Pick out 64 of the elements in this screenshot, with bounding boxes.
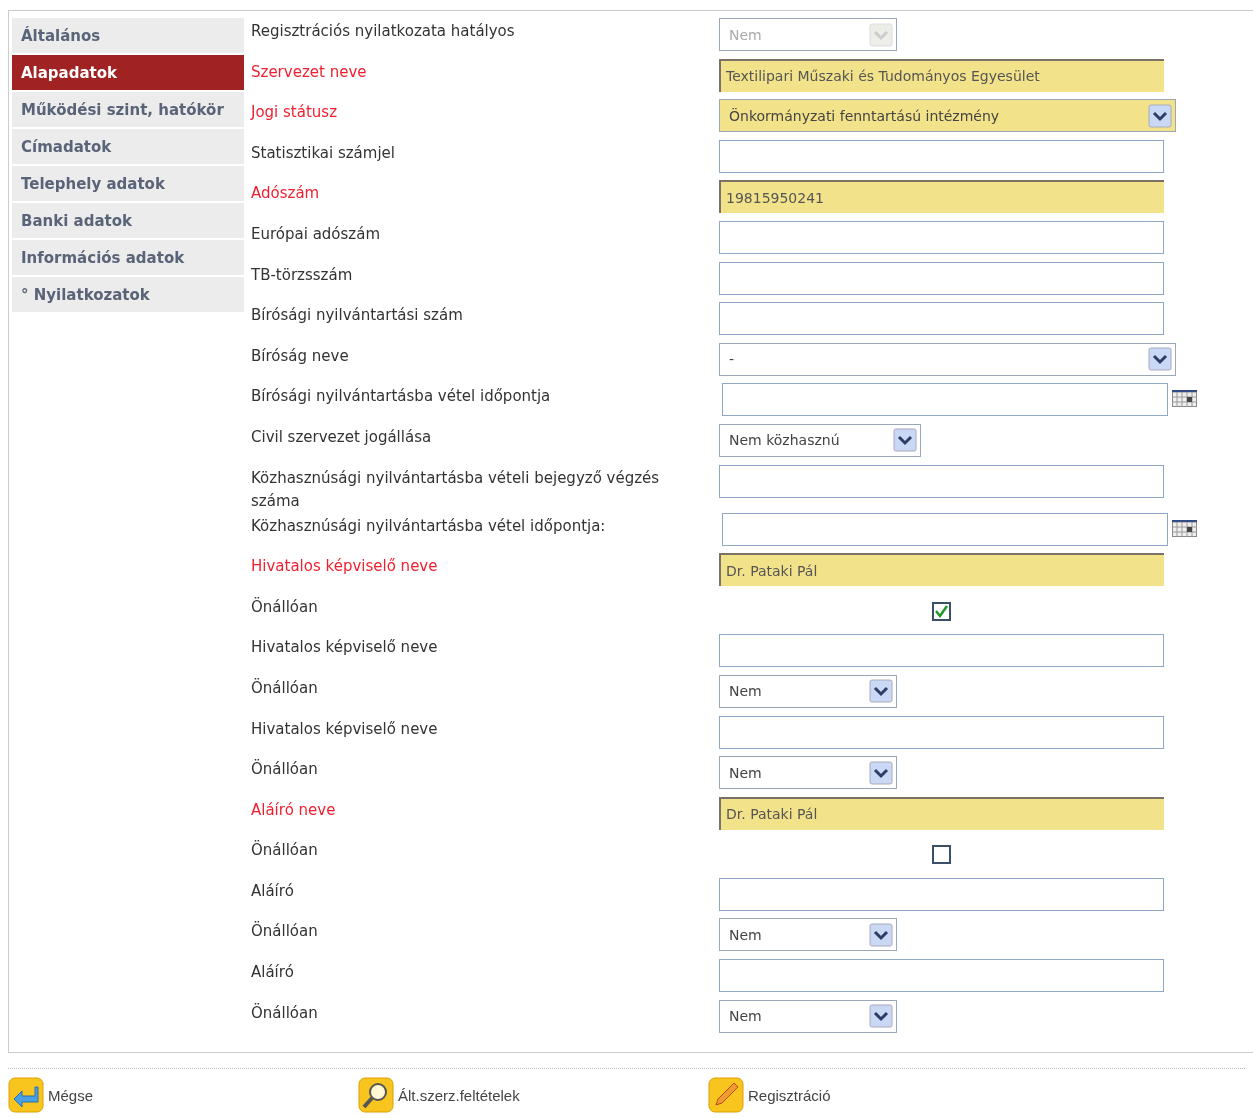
field-label: Regisztrációs nyilatkozata hatályos: [251, 21, 516, 42]
sidebar-item[interactable]: Általános: [12, 18, 244, 53]
field-label: Önállóan: [251, 920, 319, 943]
text-field[interactable]: [719, 634, 1164, 668]
dropdown[interactable]: Nem közhasznú: [719, 423, 921, 457]
text-field[interactable]: [719, 464, 1164, 498]
field-label: Bírósági nyilvántartásba vétel időpontja: [251, 386, 552, 408]
dropdown[interactable]: Nem: [719, 674, 897, 708]
dropdown[interactable]: Nem: [719, 999, 897, 1033]
field-label: Európai adószám: [251, 223, 382, 245]
dropdown[interactable]: Önkormányzati fenntartású intézmény: [719, 99, 1176, 133]
checkbox[interactable]: [932, 845, 951, 865]
field-label: Statisztikai számjel: [251, 142, 396, 164]
text-field[interactable]: [719, 139, 1164, 173]
field-label: Bírósági nyilvántartási szám: [251, 305, 464, 327]
sidebar-item[interactable]: Információs adatok: [12, 240, 244, 275]
field-label: Önállóan: [251, 758, 319, 781]
toolbar-button[interactable]: Regisztráció: [708, 1077, 1058, 1113]
field-label: Hivatalos képviselő neve: [251, 718, 439, 740]
field-label: Hivatalos képviselő neve: [251, 556, 439, 578]
pencil-icon[interactable]: [708, 1077, 744, 1113]
field-label: Közhasznúsági nyilvántartásba vételi bejegyző végzés száma: [251, 467, 661, 512]
checkbox[interactable]: [932, 601, 951, 621]
field-label: Adószám: [251, 183, 321, 205]
sidebar-item[interactable]: Működési szint, hatókör: [12, 92, 244, 127]
sidebar-item[interactable]: ° Nyilatkozatok: [12, 277, 244, 312]
toolbar-button[interactable]: Ált.szerz.feltételek: [358, 1077, 708, 1113]
field-label: Önállóan: [251, 596, 319, 618]
field-label: Önállóan: [251, 1002, 319, 1024]
dropdown[interactable]: -: [719, 342, 1176, 376]
field-label: Aláíró neve: [251, 799, 337, 821]
sidebar-item[interactable]: Alapadatok: [12, 55, 244, 90]
field-label: Önállóan: [251, 677, 319, 699]
field-label: Bíróság neve: [251, 345, 350, 367]
text-field[interactable]: [719, 877, 1164, 911]
field-label: Hivatalos képviselő neve: [251, 637, 439, 659]
text-field[interactable]: Dr. Pataki Pál: [719, 553, 1164, 587]
sidebar-item[interactable]: Címadatok: [12, 129, 244, 164]
field-label: Szervezet neve: [251, 61, 368, 83]
field-label: Civil szervezet jogállása: [251, 426, 433, 448]
field-label: Közhasznúsági nyilvántartásba vétel időpontja:: [251, 515, 607, 537]
text-field[interactable]: [719, 302, 1164, 336]
field-label: Jogi státusz: [251, 102, 339, 124]
field-label: Aláíró: [251, 962, 295, 984]
text-field[interactable]: [719, 261, 1164, 295]
sidebar-item[interactable]: Banki adatok: [12, 203, 244, 238]
field-label: TB-törzsszám: [251, 264, 354, 286]
date-field[interactable]: [722, 512, 1168, 546]
text-field[interactable]: Textilipari Műszaki és Tudományos Egyesület: [719, 58, 1164, 92]
calendar-icon[interactable]: [1172, 519, 1197, 537]
date-field[interactable]: [722, 383, 1168, 417]
dropdown[interactable]: Nem: [719, 756, 897, 790]
text-field[interactable]: 19815950241: [719, 180, 1164, 214]
text-field[interactable]: [719, 715, 1164, 749]
search-icon[interactable]: [358, 1077, 394, 1113]
text-field[interactable]: Dr. Pataki Pál: [719, 796, 1164, 830]
sidebar-item[interactable]: Telephely adatok: [12, 166, 244, 201]
field-label: Aláíró: [251, 880, 295, 902]
calendar-icon[interactable]: [1172, 390, 1197, 408]
text-field[interactable]: [719, 959, 1164, 993]
text-field[interactable]: [719, 220, 1164, 254]
field-label: Önállóan: [251, 839, 319, 862]
dropdown[interactable]: Nem: [719, 918, 897, 952]
toolbar-button[interactable]: Mégse: [8, 1077, 358, 1113]
